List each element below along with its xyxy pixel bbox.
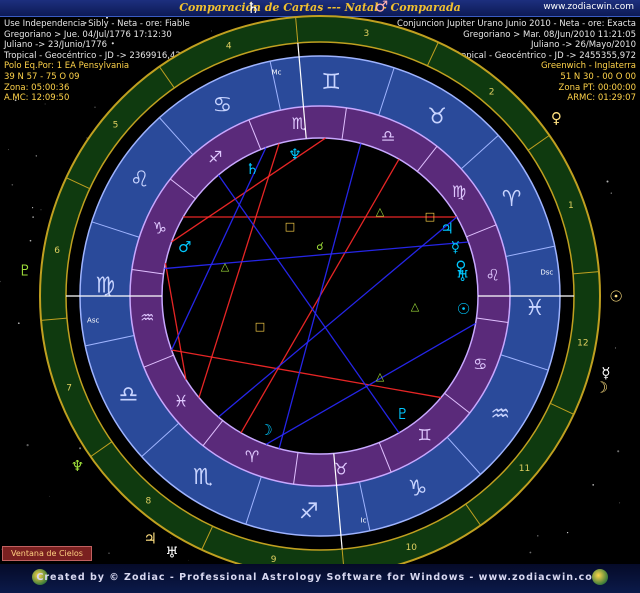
cusp-label: Asc <box>87 316 99 324</box>
zodiac-sign-glyph: ♉ <box>427 104 447 129</box>
transit-planet-glyph: ☉ <box>609 287 622 305</box>
house-number: 8 <box>146 497 152 507</box>
inner-sign-glyph: ♊ <box>418 426 432 445</box>
natal-planet-glyph: ☽ <box>259 421 272 439</box>
zodiac-sign-glyph: ♐ <box>299 499 319 524</box>
natal-planet-glyph: ♅ <box>456 267 469 285</box>
inner-sign-glyph: ♑ <box>153 219 167 238</box>
transit-planet-glyph: ♄ <box>247 0 260 17</box>
natal-planet-glyph: ♄ <box>246 160 259 178</box>
natal-planet-glyph: ☿ <box>451 238 460 256</box>
transit-planet-glyph: ♇ <box>18 262 31 280</box>
inner-sign-glyph: ♌ <box>486 265 500 284</box>
cusp-label: Mc <box>272 69 282 77</box>
zodiac-sign-glyph: ♑ <box>408 476 428 501</box>
aspect-glyph: □ <box>285 220 295 233</box>
aspect-glyph: △ <box>376 205 385 218</box>
zodiac-sign-glyph: ♓ <box>525 296 545 321</box>
zodiac-sign-glyph: ♍ <box>95 273 115 298</box>
astrology-wheel[interactable]: ♈♉♊♋♌♍♎♏♐♑♒♓123456789101112♍♎♏♐♑♒♓♈♉♊♋♌A… <box>0 0 640 593</box>
inner-sign-glyph: ♓ <box>174 391 188 410</box>
natal-planet-glyph: ♇ <box>396 405 409 423</box>
footer-text: Created by © Zodiac - Professional Astro… <box>36 572 604 583</box>
sky-window-button[interactable]: Ventana de Cielos <box>2 546 92 561</box>
house-number: 5 <box>113 121 119 131</box>
zodiac-sign-glyph: ♊ <box>321 70 341 95</box>
cusp-label: Dsc <box>540 269 553 277</box>
inner-sign-glyph: ♋ <box>473 355 487 374</box>
zodiac-sign-glyph: ♋ <box>213 93 233 118</box>
aspect-glyph: △ <box>411 300 420 313</box>
house-number: 6 <box>54 246 60 256</box>
inner-sign-glyph: ♐ <box>208 148 222 167</box>
house-number: 4 <box>226 41 232 51</box>
transit-planet-glyph: ♀ <box>551 109 562 127</box>
cusp-label: Ic <box>361 516 367 524</box>
zodiac-sign-glyph: ♒ <box>490 402 510 427</box>
natal-planet-glyph: ♃ <box>440 220 453 238</box>
natal-planet-glyph: ♆ <box>288 145 301 163</box>
transit-planet-glyph: ♆ <box>71 457 84 475</box>
zodiac-sign-glyph: ♏ <box>193 465 213 490</box>
house-number: 2 <box>489 88 495 98</box>
house-number: 12 <box>577 339 588 349</box>
transit-planet-glyph: ☽ <box>595 379 608 397</box>
inner-sign-glyph: ♈ <box>245 447 259 466</box>
zodiac-sign-glyph: ♌ <box>130 168 150 193</box>
transit-planet-glyph: ♅ <box>165 544 178 562</box>
transit-planet-glyph: ♃ <box>143 530 156 548</box>
aspect-glyph: □ <box>425 210 435 223</box>
zodiac-sign-glyph: ♈ <box>502 187 522 212</box>
aspect-glyph: □ <box>255 320 265 333</box>
aspect-glyph: △ <box>221 260 230 273</box>
house-number: 7 <box>66 384 72 394</box>
house-number: 1 <box>568 201 574 211</box>
inner-sign-glyph: ♒ <box>140 308 154 327</box>
aspect-glyph: ☌ <box>316 240 323 253</box>
natal-planet-glyph: ☉ <box>457 300 470 318</box>
inner-sign-glyph: ♎ <box>381 126 395 145</box>
aspect-glyph: △ <box>376 370 385 383</box>
house-number: 3 <box>364 29 370 39</box>
inner-sign-glyph: ♍ <box>452 182 466 201</box>
transit-planet-glyph: ♂ <box>375 0 388 16</box>
footer-bar: Created by © Zodiac - Professional Astro… <box>0 564 640 593</box>
zodiac-logo-icon <box>592 569 608 585</box>
zodiac-sign-glyph: ♎ <box>119 382 139 407</box>
natal-planet-glyph: ♂ <box>178 238 191 256</box>
house-number: 11 <box>519 464 530 474</box>
house-number: 10 <box>406 543 418 553</box>
